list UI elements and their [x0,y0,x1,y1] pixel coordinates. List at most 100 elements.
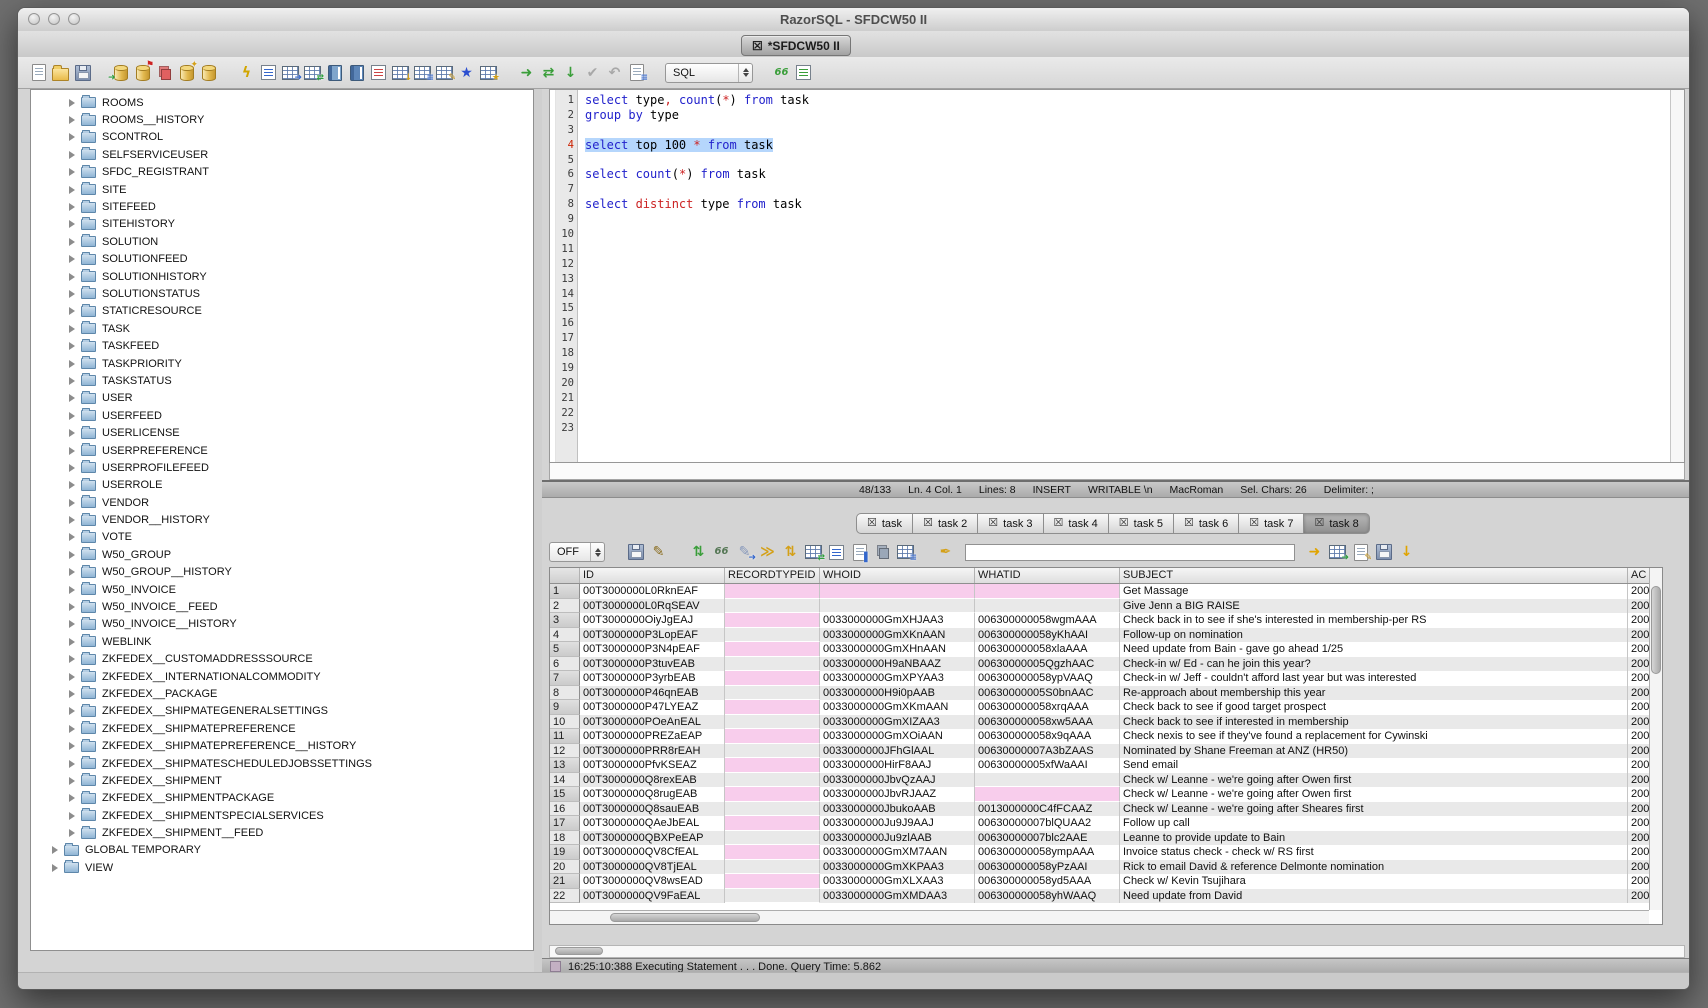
grid-cell[interactable]: 00T3000000P46qnEAB [580,686,725,701]
grid-cell[interactable]: 200 [1628,787,1649,802]
grid-cell[interactable]: 0033000000JbvQzAAJ [820,773,975,788]
grid-cell[interactable] [725,845,820,860]
grid-cell[interactable] [725,802,820,817]
grid-cell[interactable]: 006300000058yPzAAI [975,860,1120,875]
grid-cell[interactable] [725,729,820,744]
column-header-subject[interactable]: SUBJECT [1120,568,1628,583]
disclosure-triangle-icon[interactable] [69,360,75,368]
zoom-window-button[interactable] [68,13,80,25]
disclosure-triangle-icon[interactable] [69,377,75,385]
tree-item[interactable]: ZKFEDEX__SHIPMATEPREFERENCE [31,720,533,737]
execute-fetch-all-icon[interactable]: ↓ [561,63,580,82]
disclosure-triangle-icon[interactable] [69,273,75,281]
grid-cell[interactable]: Invoice status check - check w/ RS first [1120,845,1628,860]
grid-cell[interactable]: 0033000000GmXM7AAN [820,845,975,860]
disclosure-triangle-icon[interactable] [69,794,75,802]
grid-cell[interactable]: Check w/ Leanne - we're going after Shea… [1120,802,1628,817]
grid-cell[interactable]: 00630000007blc2AAE [975,831,1120,846]
disclosure-triangle-icon[interactable] [69,829,75,837]
tree-item[interactable]: TASK [31,320,533,337]
grid-cell[interactable]: 0033000000GmXHnAAN [820,642,975,657]
table-row[interactable]: 1600T3000000Q8sauEAB0033000000JbukoAAB00… [550,802,1649,817]
result-tab[interactable]: ☒task 7 [1239,513,1304,534]
grid-cell[interactable]: 00T3000000L0RknEAF [580,584,725,599]
table-row[interactable]: 1900T3000000QV8CfEAL0033000000GmXM7AAN00… [550,845,1649,860]
grid-cell[interactable]: 200 [1628,773,1649,788]
grid-cell[interactable]: 0033000000JFhGlAAL [820,744,975,759]
table-row[interactable]: 1400T3000000Q8rexEAB0033000000JbvQzAAJCh… [550,773,1649,788]
grid-cell[interactable]: 0033000000GmXKmAAN [820,700,975,715]
schema-browser-icon[interactable] [325,63,344,82]
disclosure-triangle-icon[interactable] [69,725,75,733]
tree-item[interactable]: USERROLE [31,477,533,494]
grid-horizontal-scrollbar[interactable] [550,910,1649,924]
tree-item[interactable]: TASKFEED [31,337,533,354]
grid-cell[interactable]: Nominated by Shane Freeman at ANZ (HR50) [1120,744,1628,759]
grid-cell[interactable]: 0033000000JbvRJAAZ [820,787,975,802]
execute-lightning-icon[interactable]: ϟ [237,63,256,82]
grid-cell[interactable]: 006300000058xw5AAA [975,715,1120,730]
disclosure-triangle-icon[interactable] [69,707,75,715]
tree-item[interactable]: WEBLINK [31,633,533,650]
grid-cell[interactable]: 00630000005S0bnAAC [975,686,1120,701]
document-tab[interactable]: ☒ *SFDCW50 II [741,35,851,56]
grid-cell[interactable]: Give Jenn a BIG RAISE [1120,599,1628,614]
generate-statements-icon[interactable]: ✒ [936,543,955,562]
disclosure-triangle-icon[interactable] [69,638,75,646]
connect-database-icon[interactable]: ➜ [111,63,130,82]
table-row[interactable]: 600T3000000P3tuvEAB0033000000H9aNBAAZ006… [550,657,1649,672]
export-results-icon[interactable]: ➜ [1328,543,1347,562]
grid-cell[interactable] [725,657,820,672]
grid-cell[interactable]: 00630000007blQUAA2 [975,816,1120,831]
grid-cell[interactable]: Check back to see if interested in membe… [1120,715,1628,730]
insert-row-icon[interactable]: ≫ [758,543,777,562]
grid-cell[interactable]: 00T3000000P3yrbEAB [580,671,725,686]
edit-table-data-icon[interactable]: ➜ [281,63,300,82]
grid-cell[interactable] [725,584,820,599]
table-row[interactable]: 2100T3000000QV8wsEAD0033000000GmXLXAA300… [550,874,1649,889]
tree-item[interactable]: ROOMS__HISTORY [31,111,533,128]
result-tab[interactable]: ☒task 8 [1304,513,1369,534]
grid-cell[interactable]: 0033000000H9i0pAAB [820,686,975,701]
tree-item[interactable]: ZKFEDEX__SHIPMENTSPECIALSERVICES [31,807,533,824]
table-row[interactable]: 1300T3000000PfvKSEAZ0033000000HirF8AAJ00… [550,758,1649,773]
tree-item[interactable]: ZKFEDEX__SHIPMENTPACKAGE [31,790,533,807]
grid-cell[interactable]: 00T3000000P3N4pEAF [580,642,725,657]
grid-cell[interactable] [725,874,820,889]
minimize-window-button[interactable] [48,13,60,25]
tree-item[interactable]: ZKFEDEX__SHIPMATESCHEDULEDJOBSSETTINGS [31,755,533,772]
grid-cell[interactable]: Check nexis to see if they've found a re… [1120,729,1628,744]
tree-item[interactable]: ZKFEDEX__CUSTOMADDRESSSOURCE [31,651,533,668]
table-row[interactable]: 700T3000000P3yrbEAB0033000000GmXPYAA3006… [550,671,1649,686]
disclosure-triangle-icon[interactable] [69,429,75,437]
disclosure-triangle-icon[interactable] [69,760,75,768]
grid-cell[interactable]: 0033000000GmXOiAAN [820,729,975,744]
grid-cell[interactable]: 0033000000GmXKnAAN [820,628,975,643]
table-row[interactable]: 1100T3000000PREZaEAP0033000000GmXOiAAN00… [550,729,1649,744]
disclosure-triangle-icon[interactable] [69,481,75,489]
tree-item[interactable]: SITEHISTORY [31,216,533,233]
grid-cell[interactable]: Need update from Bain - gave go ahead 1/… [1120,642,1628,657]
grid-cell[interactable] [725,700,820,715]
disclosure-triangle-icon[interactable] [69,290,75,298]
table-row[interactable]: 900T3000000P47LYEAZ0033000000GmXKmAAN006… [550,700,1649,715]
grid-cell[interactable] [725,715,820,730]
tree-item[interactable]: SFDC_REGISTRANT [31,164,533,181]
column-list-icon[interactable] [369,63,388,82]
editor-horizontal-scrollbar[interactable] [549,463,1685,480]
refresh-table-icon[interactable]: ⇄ [303,63,322,82]
close-tab-icon[interactable]: ☒ [988,518,998,529]
disclosure-triangle-icon[interactable] [69,342,75,350]
tree-item[interactable]: ZKFEDEX__SHIPMENT [31,772,533,789]
disclosure-triangle-icon[interactable] [69,394,75,402]
grid-cell[interactable] [820,599,975,614]
grid-cell[interactable]: 0033000000GmXPYAA3 [820,671,975,686]
grid-cell[interactable] [725,831,820,846]
grid-cell[interactable] [725,599,820,614]
tree-item[interactable]: W50_GROUP [31,546,533,563]
grid-vscroll-thumb[interactable] [1651,586,1661,674]
close-tab-icon[interactable]: ☒ [1314,518,1324,529]
disconnect-database-icon[interactable]: ⚑ [133,63,152,82]
table-row[interactable]: 1800T3000000QBXPeEAP0033000000Ju9zlAAB00… [550,831,1649,846]
tree-item[interactable]: ZKFEDEX__SHIPMATEGENERALSETTINGS [31,703,533,720]
